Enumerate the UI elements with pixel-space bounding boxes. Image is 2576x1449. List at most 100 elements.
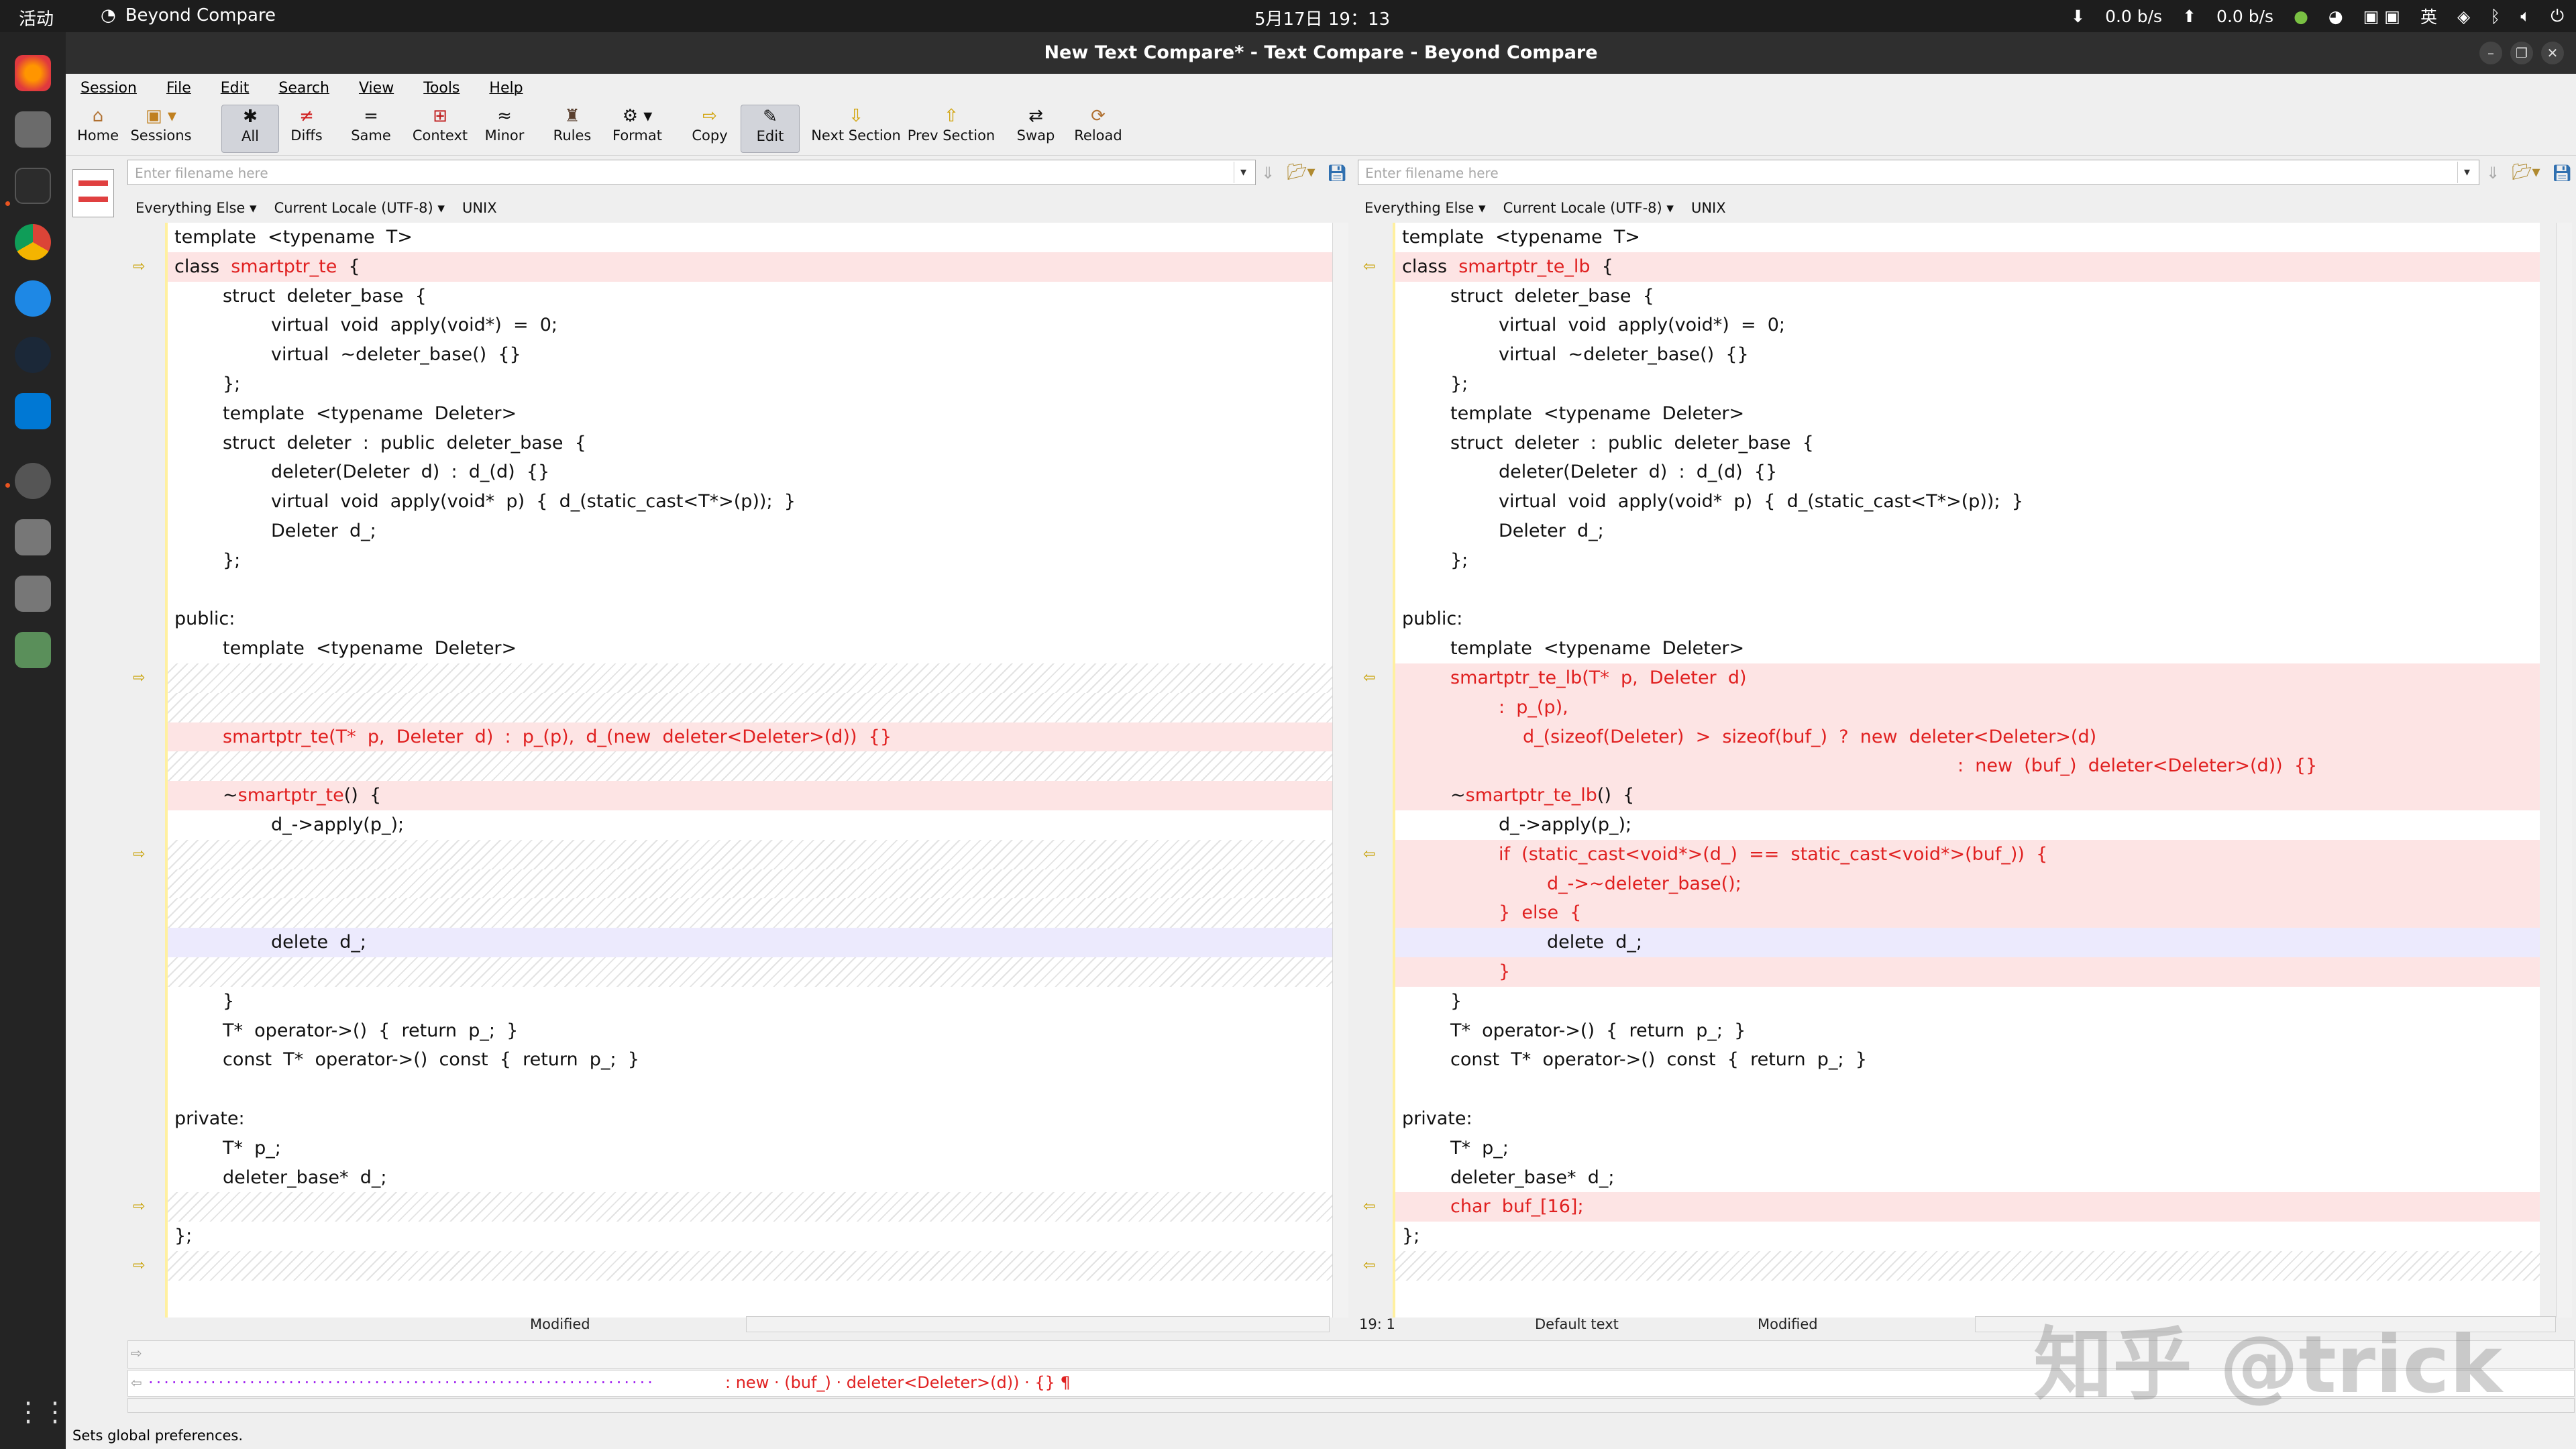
- files-icon[interactable]: [15, 111, 51, 148]
- volume-icon[interactable]: 🔈︎: [2520, 6, 2530, 26]
- right-gutter[interactable]: ⇦ ⇦ ⇦ ⇦ ⇦: [1358, 223, 1390, 1318]
- code-line[interactable]: template <typename T>: [168, 223, 1332, 252]
- history-icon[interactable]: ⇓: [1261, 164, 1275, 182]
- code-line[interactable]: class smartptr_te {: [168, 252, 1332, 282]
- bluetooth-icon[interactable]: ᛒ: [2490, 7, 2500, 26]
- prev-section-button[interactable]: ⇧ Prev Section: [907, 105, 996, 153]
- code-line[interactable]: virtual void apply(void* p) { d_(static_…: [168, 487, 1332, 517]
- code-line[interactable]: private:: [168, 1104, 1332, 1134]
- chevron-down-icon[interactable]: ▾: [2457, 162, 2476, 183]
- left-filter-dropdown[interactable]: Everything Else ▾: [136, 200, 257, 216]
- copy-to-left-arrow-icon[interactable]: ⇦: [1363, 846, 1383, 863]
- right-encoding-dropdown[interactable]: Current Locale (UTF-8) ▾: [1503, 200, 1674, 216]
- code-line[interactable]: public:: [1395, 604, 2540, 634]
- code-line[interactable]: }: [1395, 957, 2540, 987]
- code-line[interactable]: [1395, 1251, 2540, 1281]
- minor-button[interactable]: ≈ Minor: [479, 105, 530, 153]
- copy-to-right-arrow-icon[interactable]: ⇨: [133, 258, 153, 275]
- menu-file[interactable]: File: [166, 80, 191, 97]
- code-line[interactable]: } else {: [1395, 898, 2540, 928]
- menu-session[interactable]: Session: [80, 80, 137, 97]
- code-line[interactable]: };: [1395, 1222, 2540, 1251]
- code-line[interactable]: ~smartptr_te_lb() {: [1395, 781, 2540, 811]
- system-tray[interactable]: ⬇ 0.0 b/s ⬆ 0.0 b/s ● ◕ ▣ ▣ 英 ◈ ᛒ 🔈︎ ⏻: [2071, 4, 2564, 28]
- code-line[interactable]: : new (buf_) deleter<Deleter>(d)) {}: [1395, 751, 2540, 782]
- code-line[interactable]: template <typename Deleter>: [1395, 634, 2540, 663]
- menu-search[interactable]: Search: [278, 80, 329, 97]
- code-line[interactable]: : p_(p),: [1395, 692, 2540, 722]
- code-line[interactable]: [168, 692, 1332, 722]
- code-line[interactable]: Deleter d_;: [168, 517, 1332, 546]
- code-line[interactable]: [168, 1251, 1332, 1281]
- right-filename-input[interactable]: Enter filename here ▾: [1358, 160, 2479, 185]
- save-icon[interactable]: 💾︎: [2552, 164, 2572, 182]
- code-line[interactable]: [168, 1075, 1332, 1104]
- code-line[interactable]: [168, 869, 1332, 899]
- code-line[interactable]: virtual void apply(void* p) { d_(static_…: [1395, 487, 2540, 517]
- code-line[interactable]: };: [168, 546, 1332, 576]
- left-gutter[interactable]: ⇨ ⇨ ⇨ ⇨ ⇨: [127, 223, 160, 1318]
- menu-view[interactable]: View: [359, 80, 394, 97]
- activities-button[interactable]: 活动: [19, 5, 54, 30]
- close-icon[interactable]: ✕: [2541, 42, 2564, 64]
- firefox-icon[interactable]: [15, 55, 51, 91]
- copy-to-left-arrow-icon[interactable]: ⇦: [1363, 258, 1383, 275]
- code-line[interactable]: deleter_base* d_;: [168, 1163, 1332, 1193]
- code-line[interactable]: T* operator->() { return p_; }: [168, 1016, 1332, 1046]
- code-line[interactable]: T* p_;: [1395, 1134, 2540, 1163]
- filter-all-button[interactable]: ✱ All: [221, 105, 279, 153]
- code-line[interactable]: char buf_[16];: [1395, 1192, 2540, 1222]
- code-line[interactable]: [1395, 1075, 2540, 1104]
- code-line[interactable]: d_->apply(p_);: [1395, 810, 2540, 840]
- code-line[interactable]: deleter_base* d_;: [1395, 1163, 2540, 1193]
- code-line[interactable]: [1395, 576, 2540, 605]
- code-line[interactable]: [168, 1192, 1332, 1222]
- input-method-icon[interactable]: ▣ ▣: [2363, 7, 2400, 26]
- sessions-button[interactable]: ▣ ▾ Sessions: [127, 105, 195, 153]
- vscode-icon[interactable]: [15, 393, 51, 429]
- code-line[interactable]: delete d_;: [168, 928, 1332, 958]
- code-line[interactable]: };: [1395, 546, 2540, 576]
- penguin-icon[interactable]: ◕: [2328, 7, 2343, 26]
- open-folder-icon[interactable]: 📂︎▾: [1287, 162, 1316, 181]
- code-line[interactable]: public:: [168, 604, 1332, 634]
- open-folder-icon[interactable]: 📂︎▾: [2512, 162, 2540, 181]
- code-line[interactable]: struct deleter_base {: [1395, 282, 2540, 311]
- filter-same-button[interactable]: = Same: [347, 105, 394, 153]
- code-line[interactable]: Deleter d_;: [1395, 517, 2540, 546]
- code-line[interactable]: ~smartptr_te() {: [168, 781, 1332, 811]
- code-line[interactable]: };: [168, 370, 1332, 399]
- code-line[interactable]: smartptr_te(T* p, Deleter d) : p_(p), d_…: [168, 722, 1332, 752]
- copy-button[interactable]: ⇨ Copy: [688, 105, 731, 153]
- reload-button[interactable]: ⟳ Reload: [1068, 105, 1128, 153]
- code-line[interactable]: struct deleter_base {: [168, 282, 1332, 311]
- code-line[interactable]: virtual ~deleter_base() {}: [1395, 340, 2540, 370]
- thumbnail-overview[interactable]: [72, 169, 114, 217]
- code-line[interactable]: [168, 751, 1332, 782]
- left-text-pane[interactable]: template <typename T> class smartptr_te {…: [165, 223, 1332, 1318]
- restore-icon[interactable]: ❐: [2510, 42, 2533, 64]
- code-line[interactable]: if (static_cast<void*>(d_) == static_cas…: [1395, 839, 2540, 869]
- copy-to-right-arrow-icon[interactable]: ⇨: [133, 670, 153, 686]
- color-app-icon[interactable]: ●: [2294, 7, 2308, 26]
- code-line[interactable]: virtual ~deleter_base() {}: [168, 340, 1332, 370]
- code-line[interactable]: struct deleter : public deleter_base {: [168, 429, 1332, 458]
- window-titlebar[interactable]: New Text Compare* - Text Compare - Beyon…: [66, 32, 2576, 74]
- copy-to-left-arrow-icon[interactable]: ⇦: [1363, 1199, 1383, 1215]
- disk-icon[interactable]: [15, 519, 51, 555]
- code-line[interactable]: d_->~deleter_base();: [1395, 869, 2540, 899]
- code-line[interactable]: d_(sizeof(Deleter) > sizeof(buf_) ? new …: [1395, 722, 2540, 752]
- code-line[interactable]: [168, 839, 1332, 869]
- code-line[interactable]: };: [168, 1222, 1332, 1251]
- code-line[interactable]: deleter(Deleter d) : d_(d) {}: [1395, 458, 2540, 487]
- code-line[interactable]: }: [168, 987, 1332, 1016]
- show-apps-icon[interactable]: ⋮⋮: [15, 1394, 68, 1430]
- code-line[interactable]: }: [1395, 987, 2540, 1016]
- code-line[interactable]: [168, 898, 1332, 928]
- code-line[interactable]: template <typename Deleter>: [168, 634, 1332, 663]
- code-line[interactable]: class smartptr_te_lb {: [1395, 252, 2540, 282]
- terminal-icon[interactable]: [15, 168, 51, 204]
- clock[interactable]: 5月17日 19：13: [1254, 5, 1390, 30]
- filter-diffs-button[interactable]: ≠ Diffs: [284, 105, 329, 153]
- menu-tools[interactable]: Tools: [423, 80, 460, 97]
